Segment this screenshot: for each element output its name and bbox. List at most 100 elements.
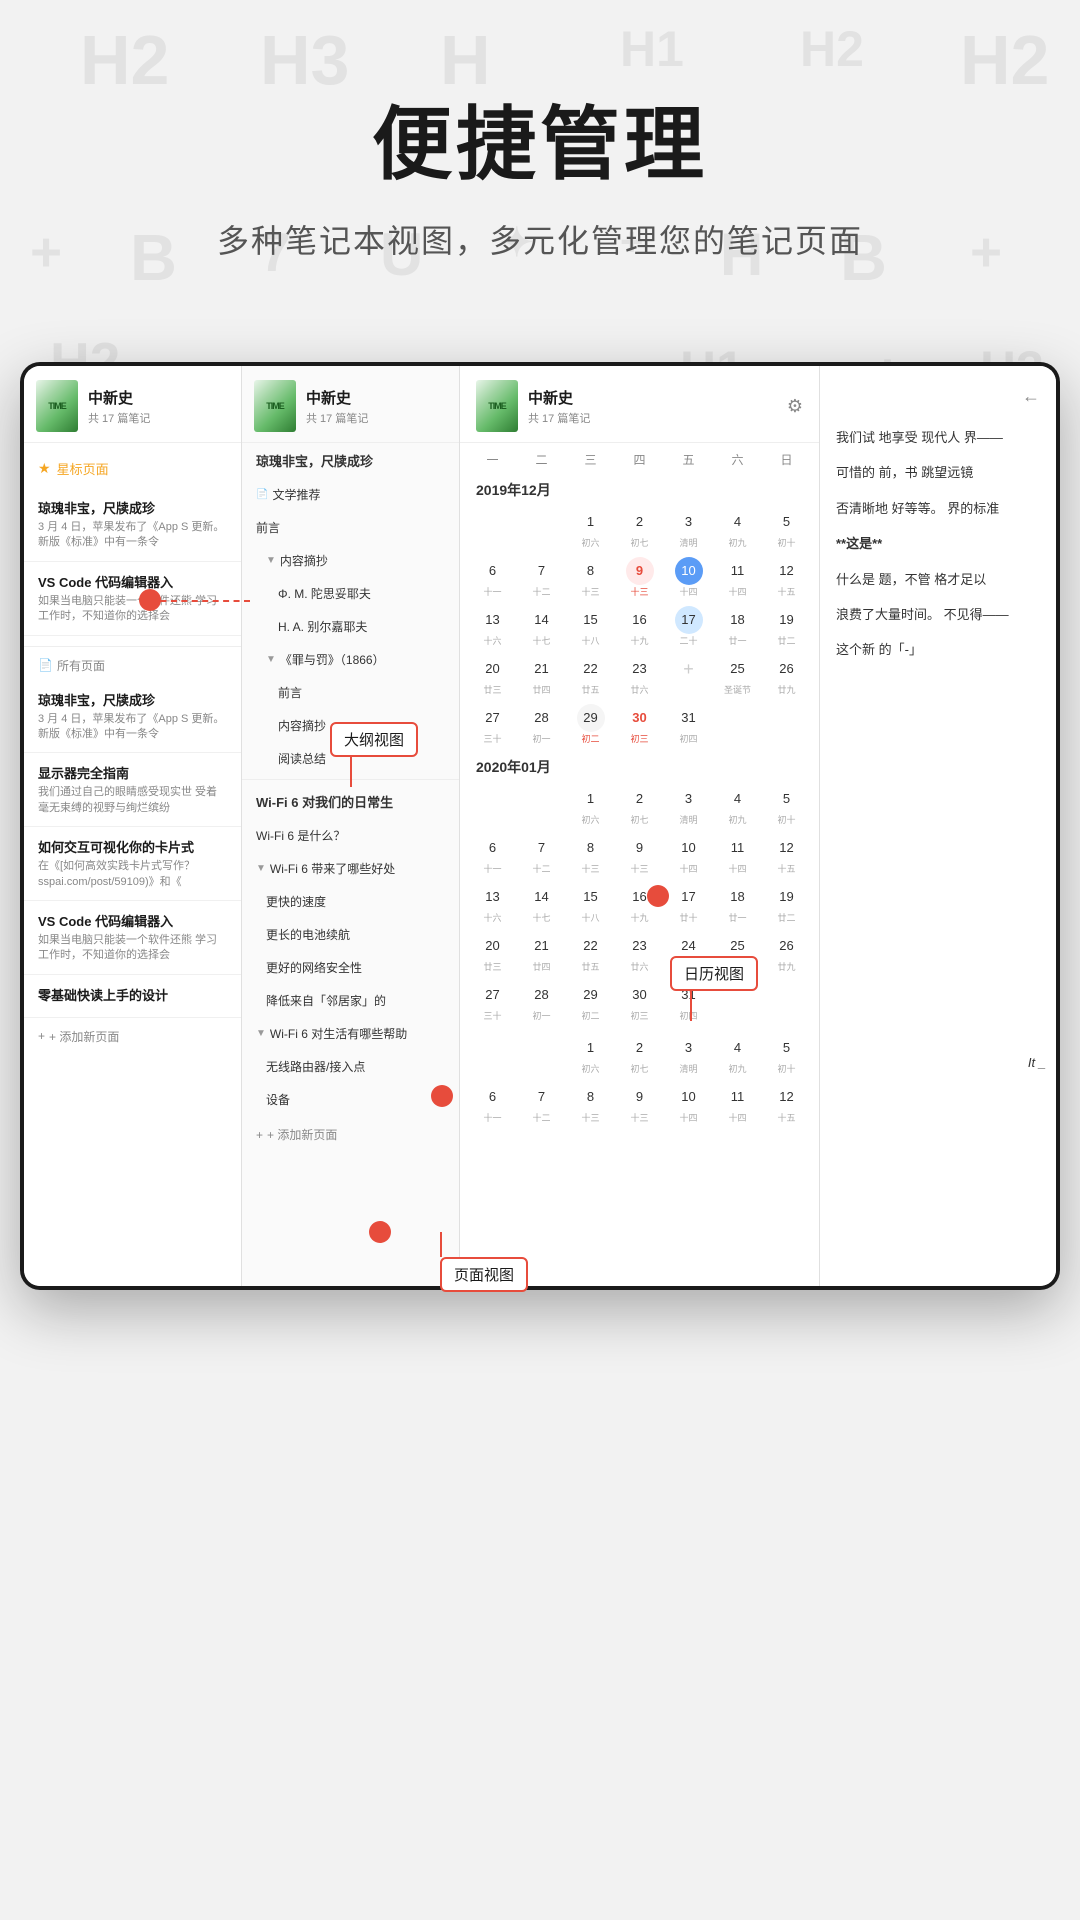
outline-wifi-6[interactable]: 降低来自「邻居家」的 [242,984,459,1017]
jan-29[interactable]: 29初二 [566,977,615,1026]
cal-dec-5[interactable]: 5初十 [762,504,811,553]
cal-dec-7[interactable]: 7十二 [517,553,566,602]
jan-5[interactable]: 5初十 [762,781,811,830]
cal-dec-28[interactable]: 28初一 [517,700,566,749]
cal-dec-14[interactable]: 14十七 [517,602,566,651]
outline-item-2[interactable]: 前言 [242,511,459,544]
cal-dec-11[interactable]: 11十四 [713,553,762,602]
p-10[interactable]: 10十四 [664,1079,713,1128]
list-note-4[interactable]: 显示器完全指南 我们通过自己的眼睛感受现实世 受着毫无束缚的视野与绚烂缤纷 [24,753,241,827]
cal-dec-10[interactable]: 10十四 [664,553,713,602]
p-6[interactable]: 6十一 [468,1079,517,1128]
jan-26[interactable]: 26廿九 [762,928,811,977]
jan-20[interactable]: 20廿三 [468,928,517,977]
outline-wifi-4[interactable]: 更长的电池续航 [242,918,459,951]
jan-14[interactable]: 14十七 [517,879,566,928]
outline-wifi-2[interactable]: ▼ Wi-Fi 6 带来了哪些好处 [242,852,459,885]
jan-8[interactable]: 8十三 [566,830,615,879]
list-note-1[interactable]: 琼瑰非宝，尺牍成珍 3 月 4 日，苹果发布了《App S 更新。新版《标准》中… [24,488,241,562]
jan-1[interactable]: 1初六 [566,781,615,830]
back-arrow[interactable]: ← [1022,380,1040,412]
p-4[interactable]: 4初九 [713,1030,762,1079]
jan-19[interactable]: 19廿二 [762,879,811,928]
cal-dec-6[interactable]: 6十一 [468,553,517,602]
cal-dec-25[interactable]: 25圣诞节 [713,651,762,700]
list-note-7[interactable]: 零基础快读上手的设计 [24,975,241,1018]
outline-main-title[interactable]: 琼瑰非宝，尺牍成珍 [242,443,459,478]
p-11[interactable]: 11十四 [713,1079,762,1128]
jan-6[interactable]: 6十一 [468,830,517,879]
cal-dec-29[interactable]: 29初二 [566,700,615,749]
jan-17[interactable]: 17廿十 [664,879,713,928]
outline-wifi-5[interactable]: 更好的网络安全性 [242,951,459,984]
p-3[interactable]: 3清明 [664,1030,713,1079]
cal-dec-21[interactable]: 21廿四 [517,651,566,700]
jan-23[interactable]: 23廿六 [615,928,664,977]
cal-dec-18[interactable]: 18廿一 [713,602,762,651]
add-page-outline[interactable]: + + 添加新页面 [242,1116,459,1153]
cal-dec-12[interactable]: 12十五 [762,553,811,602]
cal-dec-15[interactable]: 15十八 [566,602,615,651]
add-page-list[interactable]: + + 添加新页面 [24,1018,241,1055]
outline-wifi-9[interactable]: 设备 [242,1083,459,1116]
cal-dec-26[interactable]: 26廿九 [762,651,811,700]
outline-item-5[interactable]: H. A. 别尔嘉耶夫 [242,610,459,643]
cal-dec-19[interactable]: 19廿二 [762,602,811,651]
cal-dec-17[interactable]: 17二十 [664,602,713,651]
outline-wifi-3[interactable]: 更快的速度 [242,885,459,918]
jan-28[interactable]: 28初一 [517,977,566,1026]
list-note-3[interactable]: 琼瑰非宝，尺牍成珍 3 月 4 日，苹果发布了《App S 更新。新版《标准》中… [24,680,241,754]
list-note-5[interactable]: 如何交互可视化你的卡片式 在《[如何高效实践卡片式写作？ sspai.com/p… [24,827,241,901]
jan-7[interactable]: 7十二 [517,830,566,879]
outline-wifi-1[interactable]: Wi-Fi 6 是什么？ [242,819,459,852]
outline-item-7[interactable]: 前言 [242,676,459,709]
cal-dec-3[interactable]: 3清明 [664,504,713,553]
jan-22[interactable]: 22廿五 [566,928,615,977]
list-note-2[interactable]: VS Code 代码编辑器入 如果当电脑只能装一个软件还熊 学习工作时，不知道你… [24,562,241,636]
jan-4[interactable]: 4初九 [713,781,762,830]
cal-dec-27[interactable]: 27三十 [468,700,517,749]
p-2[interactable]: 2初七 [615,1030,664,1079]
jan-15[interactable]: 15十八 [566,879,615,928]
p-12[interactable]: 12十五 [762,1079,811,1128]
jan-27[interactable]: 27三十 [468,977,517,1026]
jan-12[interactable]: 12十五 [762,830,811,879]
cal-dec-9[interactable]: 9十三 [615,553,664,602]
p-1[interactable]: 1初六 [566,1030,615,1079]
cal-dec-16[interactable]: 16十九 [615,602,664,651]
jan-21[interactable]: 21廿四 [517,928,566,977]
cal-dec-24-add[interactable]: + [664,651,713,700]
outline-item-3[interactable]: ▼ 内容摘抄 [242,544,459,577]
cal-dec-8[interactable]: 8十三 [566,553,615,602]
cal-dec-20[interactable]: 20廿三 [468,651,517,700]
outline-item-6[interactable]: ▼ 《罪与罚》（1866） [242,643,459,676]
cal-dec-31[interactable]: 31初四 [664,700,713,749]
p-5[interactable]: 5初十 [762,1030,811,1079]
list-note-6[interactable]: VS Code 代码编辑器入 如果当电脑只能装一个软件还熊 学习工作时，不知道你… [24,901,241,975]
jan-10[interactable]: 10十四 [664,830,713,879]
cal-dec-23[interactable]: 23廿六 [615,651,664,700]
jan-13[interactable]: 13十六 [468,879,517,928]
outline-wifi-8[interactable]: 无线路由器/接入点 [242,1050,459,1083]
jan-9[interactable]: 9十三 [615,830,664,879]
outline-item-1[interactable]: 📄 文学推荐 [242,478,459,511]
outline-item-4[interactable]: Φ. M. 陀思妥耶夫 [242,577,459,610]
gear-icon[interactable]: ⚙ [787,396,803,417]
starred-pages[interactable]: ★ 星标页面 [24,449,241,488]
cal-dec-13[interactable]: 13十六 [468,602,517,651]
p-7[interactable]: 7十二 [517,1079,566,1128]
cal-dec-30[interactable]: 30初三 [615,700,664,749]
cal-dec-2[interactable]: 2初七 [615,504,664,553]
jan-3[interactable]: 3清明 [664,781,713,830]
cal-dec-1[interactable]: 1初六 [566,504,615,553]
jan-18[interactable]: 18廿一 [713,879,762,928]
p-9[interactable]: 9十三 [615,1079,664,1128]
p-8[interactable]: 8十三 [566,1079,615,1128]
jan-11[interactable]: 11十四 [713,830,762,879]
cal-dec-4[interactable]: 4初九 [713,504,762,553]
jan-2[interactable]: 2初七 [615,781,664,830]
cal-dec-22[interactable]: 22廿五 [566,651,615,700]
outline-wifi-title[interactable]: Wi-Fi 6 对我们的日常生 [242,784,459,819]
outline-wifi-7[interactable]: ▼ Wi-Fi 6 对生活有哪些帮助 [242,1017,459,1050]
jan-30[interactable]: 30初三 [615,977,664,1026]
